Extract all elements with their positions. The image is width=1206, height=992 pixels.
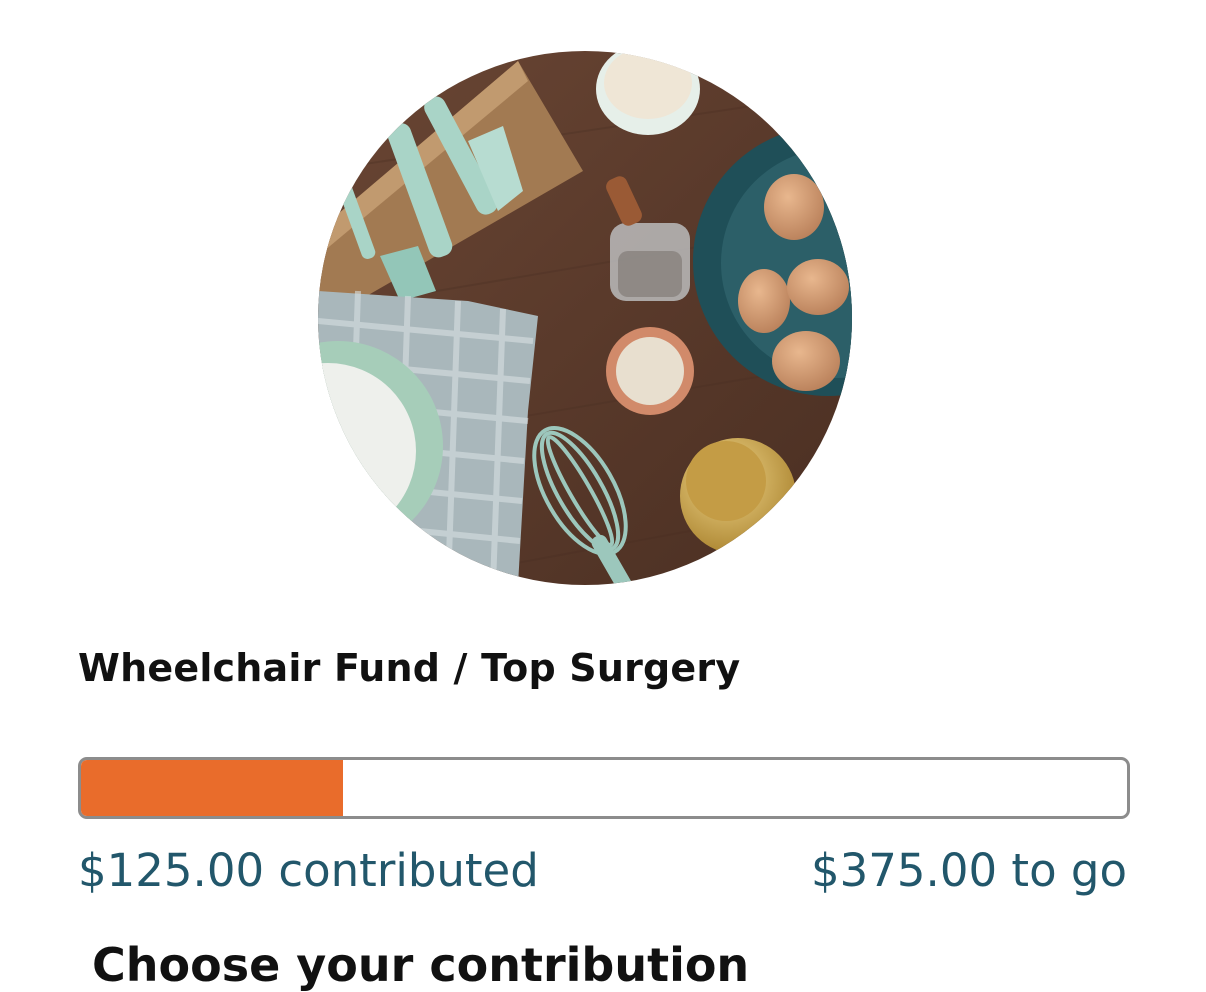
kitchen-tools-photo-icon	[318, 51, 852, 585]
funding-progress-bar	[78, 757, 1130, 819]
section-heading-partial: Choose your contribution	[92, 938, 750, 992]
progress-fill	[81, 760, 343, 816]
fund-cover-image	[318, 51, 852, 585]
remaining-amount: $375.00 to go	[811, 844, 1127, 897]
contributed-amount: $125.00 contributed	[78, 844, 539, 897]
fund-title: Wheelchair Fund / Top Surgery	[78, 646, 741, 690]
